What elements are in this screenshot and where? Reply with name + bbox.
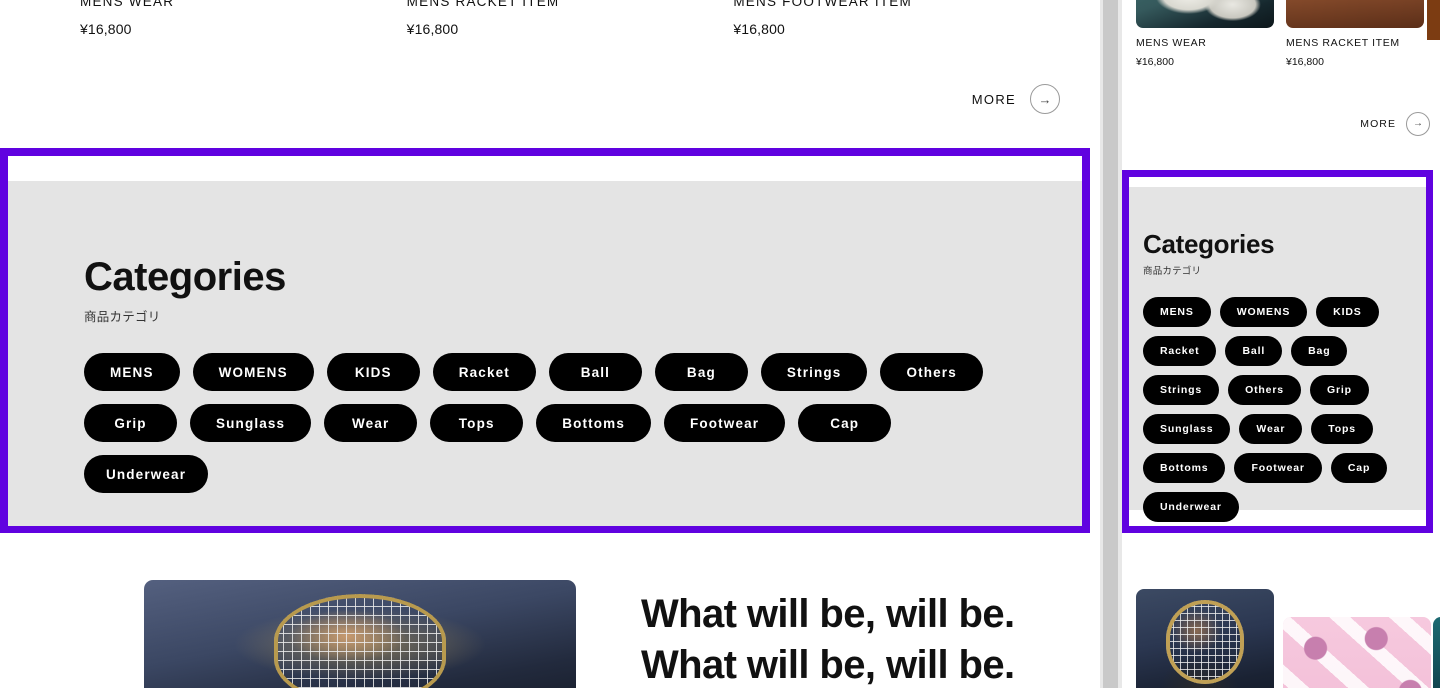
product-name: MENS WEAR	[80, 0, 175, 9]
mobile-category-pill-cap[interactable]: Cap	[1330, 453, 1388, 483]
feature-image	[144, 580, 576, 688]
mobile-category-pill-womens[interactable]: WOMENS	[1219, 297, 1308, 327]
feature-line-2: What will be, will be.	[641, 642, 1015, 687]
mobile-category-pill-sunglass[interactable]: Sunglass	[1143, 414, 1231, 444]
category-pill-sunglass[interactable]: Sunglass	[190, 404, 312, 442]
mobile-category-pill-ball[interactable]: Ball	[1225, 336, 1283, 366]
mobile-categories-section: Categories 商品カテゴリ MENS WOMENS KIDS Racke…	[1129, 187, 1426, 522]
mobile-category-pill-wear[interactable]: Wear	[1239, 414, 1303, 444]
desktop-viewport: MENS WEAR ¥16,800 MENS RACKET ITEM ¥16,8…	[0, 0, 1100, 688]
category-pill-tops[interactable]: Tops	[430, 404, 524, 442]
category-pill-racket[interactable]: Racket	[432, 353, 536, 391]
mobile-category-pill-kids[interactable]: KIDS	[1316, 297, 1379, 327]
mobile-more-label: MORE	[1360, 118, 1396, 130]
racket-net-overlay	[1166, 600, 1244, 685]
mobile-product-price: ¥16,800	[1136, 56, 1174, 68]
mobile-product-name: MENS WEAR	[1136, 37, 1207, 49]
categories-content: Categories 商品カテゴリ MENS WOMENS KIDS Racke…	[84, 257, 1024, 493]
category-pill-footwear[interactable]: Footwear	[663, 404, 786, 442]
teal-photo	[1433, 617, 1440, 688]
mobile-product-thumb	[1286, 0, 1424, 28]
mobile-category-pill-underwear[interactable]: Underwear	[1143, 492, 1239, 522]
category-pill-grip[interactable]: Grip	[84, 404, 177, 442]
mobile-feature-image-teal	[1433, 617, 1440, 688]
categories-title: Categories	[84, 255, 286, 299]
mobile-feature-section	[1122, 540, 1440, 688]
product-strip: MENS WEAR ¥16,800 MENS RACKET ITEM ¥16,8…	[0, 0, 1100, 143]
mobile-categories-subtitle: 商品カテゴリ	[1143, 266, 1202, 277]
more-label: MORE	[971, 91, 1016, 107]
feature-section: What will be, will be. What will be, wil…	[0, 541, 1100, 688]
mobile-categories-highlight-box: Categories 商品カテゴリ MENS WOMENS KIDS Racke…	[1122, 170, 1433, 533]
mobile-viewport: MENS WEAR ¥16,800 MENS RACKET ITEM ¥16,8…	[1122, 0, 1440, 688]
product-name: MENS RACKET ITEM	[406, 0, 560, 9]
mobile-category-pill-others[interactable]: Others	[1228, 375, 1301, 405]
category-pill-others[interactable]: Others	[880, 353, 983, 391]
product-card[interactable]: MENS WEAR ¥16,800	[80, 0, 407, 37]
category-pill-underwear[interactable]: Underwear	[84, 455, 209, 493]
mobile-categories-content: Categories 商品カテゴリ MENS WOMENS KIDS Racke…	[1143, 231, 1415, 522]
viewport-scrollbar[interactable]	[1100, 0, 1122, 688]
product-name: MENS FOOTWEAR ITEM	[733, 0, 912, 9]
mobile-category-pill-footwear[interactable]: Footwear	[1234, 453, 1322, 483]
category-pill-mens[interactable]: MENS	[84, 353, 180, 391]
mobile-product-price: ¥16,800	[1286, 56, 1324, 68]
tennis-player-photo	[1136, 589, 1274, 688]
mobile-product-thumb	[1136, 0, 1274, 28]
mobile-category-pill-list: MENS WOMENS KIDS Racket Ball Bag Strings…	[1143, 297, 1419, 522]
categories-section: Categories 商品カテゴリ MENS WOMENS KIDS Racke…	[8, 181, 1082, 526]
product-card[interactable]: MENS FOOTWEAR ITEM ¥16,800	[733, 0, 1060, 37]
mobile-product-card[interactable]: MENS WEAR ¥16,800	[1136, 0, 1274, 68]
mobile-feature-image-balls	[1283, 617, 1431, 688]
category-pill-bottoms[interactable]: Bottoms	[536, 404, 651, 442]
arrow-right-icon: →	[1406, 112, 1430, 136]
clay-court-photo	[1286, 0, 1424, 28]
product-price: ¥16,800	[733, 21, 785, 37]
mobile-category-pill-racket[interactable]: Racket	[1143, 336, 1217, 366]
mobile-product-grid: MENS WEAR ¥16,800 MENS RACKET ITEM ¥16,8…	[1136, 0, 1424, 68]
category-pill-cap[interactable]: Cap	[798, 404, 892, 442]
mobile-product-card[interactable]: MENS RACKET ITEM ¥16,800	[1286, 0, 1424, 68]
racket-net-overlay	[273, 594, 447, 688]
scrollbar-thumb[interactable]	[1103, 0, 1118, 688]
category-pill-list: MENS WOMENS KIDS Racket Ball Bag Strings…	[84, 353, 1024, 493]
mobile-category-pill-bottoms[interactable]: Bottoms	[1143, 453, 1226, 483]
tennis-player-photo	[144, 580, 576, 688]
mobile-category-pill-grip[interactable]: Grip	[1309, 375, 1369, 405]
mobile-feature-images	[1136, 589, 1431, 688]
product-price: ¥16,800	[80, 21, 132, 37]
feature-line-1: What will be, will be.	[641, 592, 1015, 636]
category-pill-womens[interactable]: WOMENS	[192, 353, 314, 391]
product-card[interactable]: MENS RACKET ITEM ¥16,800	[407, 0, 734, 37]
screenshot-root: MENS WEAR ¥16,800 MENS RACKET ITEM ¥16,8…	[0, 0, 1440, 688]
more-button[interactable]: MORE →	[972, 84, 1060, 114]
mobile-product-name: MENS RACKET ITEM	[1286, 37, 1400, 49]
mobile-feature-image-player	[1136, 589, 1274, 688]
mobile-category-pill-mens[interactable]: MENS	[1143, 297, 1211, 327]
pink-tennis-balls-photo	[1283, 617, 1431, 688]
categories-subtitle: 商品カテゴリ	[84, 310, 161, 324]
mobile-categories-title: Categories	[1143, 229, 1275, 259]
categories-highlight-box: Categories 商品カテゴリ MENS WOMENS KIDS Racke…	[0, 148, 1090, 533]
mobile-product-strip: MENS WEAR ¥16,800 MENS RACKET ITEM ¥16,8…	[1122, 0, 1440, 160]
mobile-more-button[interactable]: MORE →	[1360, 112, 1430, 136]
category-pill-strings[interactable]: Strings	[760, 353, 868, 391]
product-grid: MENS WEAR ¥16,800 MENS RACKET ITEM ¥16,8…	[80, 0, 1060, 37]
shoes-photo	[1136, 0, 1274, 28]
category-pill-bag[interactable]: Bag	[654, 353, 748, 391]
feature-text: What will be, will be. What will be, wil…	[641, 589, 1081, 688]
category-pill-kids[interactable]: KIDS	[326, 353, 420, 391]
category-pill-ball[interactable]: Ball	[548, 353, 642, 391]
product-price: ¥16,800	[406, 21, 459, 37]
arrow-right-icon: →	[1030, 84, 1060, 114]
mobile-category-pill-bag[interactable]: Bag	[1291, 336, 1348, 366]
mobile-category-pill-strings[interactable]: Strings	[1143, 375, 1220, 405]
category-pill-wear[interactable]: Wear	[324, 404, 418, 442]
mobile-category-pill-tops[interactable]: Tops	[1311, 414, 1373, 444]
offscreen-product-sliver	[1427, 0, 1440, 40]
